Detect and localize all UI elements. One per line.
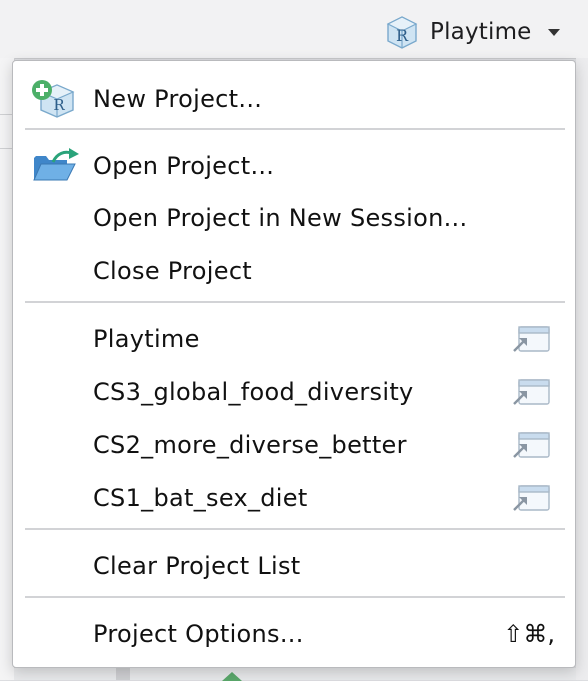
- menu-item-label: Clear Project List: [93, 552, 301, 580]
- open-in-new-window-icon[interactable]: [511, 432, 551, 460]
- pane-splitter[interactable]: [116, 668, 130, 680]
- menu-item-label: CS3_global_food_diversity: [93, 378, 414, 406]
- new-project-icon: R: [32, 80, 75, 118]
- keyboard-shortcut: ⇧⌘,: [503, 620, 555, 648]
- r-project-cube-icon: R: [386, 16, 418, 49]
- svg-text:R: R: [53, 96, 65, 114]
- menu-separator: [25, 528, 565, 530]
- menu-item-label: New Project...: [93, 85, 263, 113]
- open-folder-icon: [33, 148, 79, 181]
- menu-item-open-in-new-session[interactable]: Open Project in New Session...: [13, 193, 575, 243]
- menu-item-label: Open Project...: [93, 152, 275, 180]
- menu-item-project-options[interactable]: Project Options... ⇧⌘,: [13, 609, 575, 659]
- menu-separator: [25, 301, 565, 303]
- recent-project-item[interactable]: Playtime: [13, 314, 575, 364]
- menu-item-label: Playtime: [93, 325, 200, 353]
- open-in-new-window-icon[interactable]: [511, 485, 551, 513]
- menu-item-label: Close Project: [93, 257, 253, 285]
- menu-item-label: CS1_bat_sex_diet: [93, 484, 308, 512]
- svg-text:R: R: [396, 26, 409, 45]
- project-name: Playtime: [430, 19, 532, 45]
- menu-item-clear-project-list[interactable]: Clear Project List: [13, 541, 575, 591]
- open-in-new-window-icon[interactable]: [511, 379, 551, 407]
- menu-separator: [25, 596, 565, 598]
- menu-item-label: CS2_more_diverse_better: [93, 431, 407, 459]
- right-pane-edge: [576, 58, 588, 680]
- bottom-pane-edge: [14, 668, 576, 680]
- menu-separator: [25, 128, 565, 130]
- recent-project-item[interactable]: CS2_more_diverse_better: [13, 420, 575, 470]
- project-menu-button[interactable]: R Playtime: [384, 10, 560, 54]
- menu-item-label: Open Project in New Session...: [93, 204, 468, 232]
- open-in-new-window-icon[interactable]: [511, 326, 551, 354]
- project-dropdown-menu: R New Project... Open Project... Open Pr…: [12, 60, 576, 668]
- menu-item-open-project[interactable]: Open Project...: [13, 141, 575, 191]
- chevron-down-icon: [547, 28, 560, 36]
- recent-project-item[interactable]: CS1_bat_sex_diet: [13, 473, 575, 523]
- menu-item-close-project[interactable]: Close Project: [13, 246, 575, 296]
- menu-item-new-project[interactable]: R New Project...: [13, 74, 575, 124]
- menu-item-label: Project Options...: [93, 620, 304, 648]
- recent-project-item[interactable]: CS3_global_food_diversity: [13, 367, 575, 417]
